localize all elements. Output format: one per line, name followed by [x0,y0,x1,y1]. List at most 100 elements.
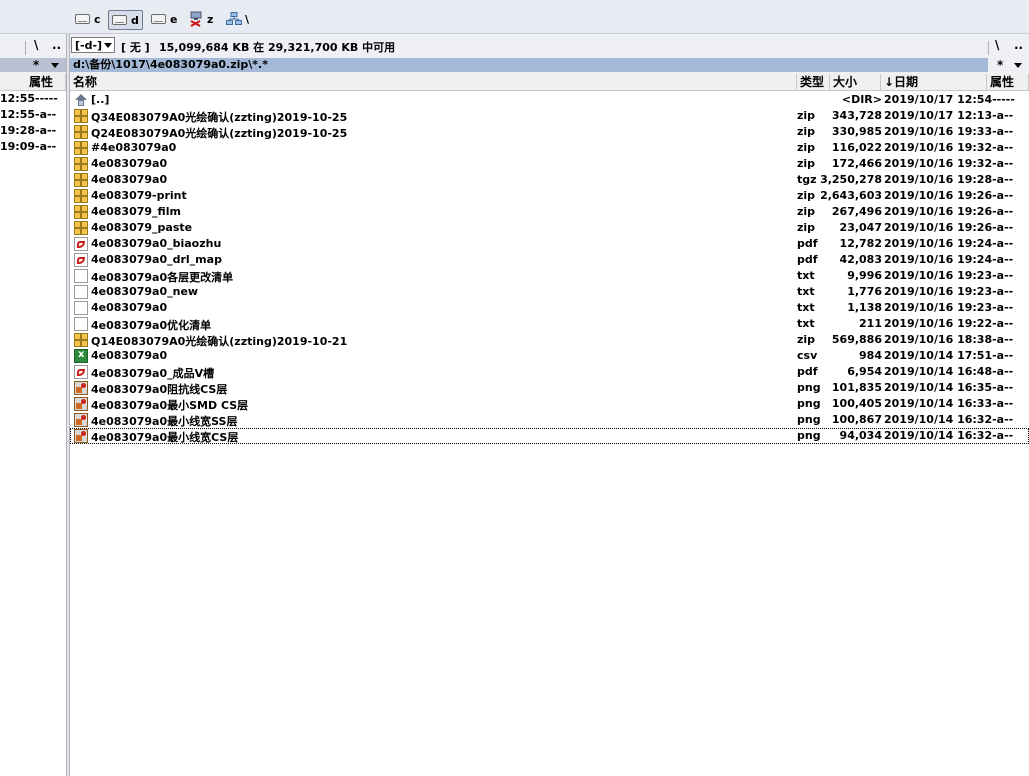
file-name: 4e083079a0阻抗线CS层 [91,383,228,396]
file-ext: tgz [797,173,817,186]
file-size: 267,496 [831,205,882,218]
file-row[interactable]: 4e083079a0 tgz 3,250,278 2019/10/16 19:28-a… [70,172,1029,188]
right-up-button[interactable]: .. [1014,38,1023,52]
file-row[interactable]: #4e083079a0 zip 116,022 2019/10/16 19:32-a-… [70,140,1029,156]
png-icon [74,413,88,427]
file-name: 4e083079a0 [91,349,168,362]
left-row[interactable]: 12:55-a-- [0,108,66,124]
file-name: 4e083079a0各层更改清单 [91,271,234,284]
file-size: 101,835 [831,381,882,394]
column-header-name[interactable]: 名称 [70,74,797,91]
file-date: 2019/10/14 16:33-a-- [884,397,1014,410]
file-date: 2019/10/16 19:26-a-- [884,221,1014,234]
zip-icon [74,141,88,155]
file-row[interactable]: 4e083079a0最小线宽SS层 png 100,867 2019/10/14 16… [70,412,1029,428]
file-row[interactable]: 4e083079a0 csv 9842019/10/14 17:51-a-- [70,348,1029,364]
left-header-attr[interactable]: 属性 [0,74,66,91]
drive-button-c[interactable]: c [75,10,101,28]
left-filter-dropdown-icon[interactable] [51,63,59,68]
file-row[interactable]: 4e083079_paste zip 23,047 2019/10/16 19:26-… [70,220,1029,236]
drive-button-e[interactable]: e [151,10,177,28]
file-ext: zip [797,109,816,122]
file-row[interactable]: 4e083079a0优化清单 txt 211 2019/10/16 19:22-a-- [70,316,1029,332]
file-row[interactable]: 4e083079a0_new txt 1,776 2019/10/16 19:23-a… [70,284,1029,300]
file-name: 4e083079_paste [91,221,193,234]
file-date: 2019/10/16 19:22-a-- [884,317,1014,330]
file-row[interactable]: Q24E083079A0光绘确认(zzting)2019-10-25 zip 330… [70,124,1029,140]
file-size: 100,405 [831,397,882,410]
file-date: 2019/10/16 19:32-a-- [884,157,1014,170]
txt-icon [74,317,88,331]
file-row[interactable]: 4e083079a0阻抗线CS层 png 101,835 2019/10/14 16:… [70,380,1029,396]
free-space-text: 15,099,684 KB 在 29,321,700 KB 中可用 [159,41,396,54]
pdf-icon [74,365,88,379]
file-ext: zip [797,141,816,154]
png-icon [74,429,88,443]
column-header-attr[interactable]: 属性 [987,74,1029,91]
zip-icon [74,125,88,139]
column-header-size[interactable]: 大小 [830,74,881,91]
right-filter-label[interactable]: * [997,58,1003,72]
left-filter-label[interactable]: * [33,58,39,72]
column-header-ext[interactable]: 类型 [797,74,830,91]
drive-button-z[interactable]: z [189,10,213,28]
file-name: 4e083079a0 [91,173,168,186]
file-date: 2019/10/16 18:38-a-- [884,333,1014,346]
separator [988,41,989,55]
file-ext: csv [797,349,818,362]
file-ext: pdf [797,237,818,250]
file-name: 4e083079a0优化清单 [91,319,212,332]
file-row[interactable]: 4e083079a0最小SMD CS层 png 100,405 2019/10/14 … [70,396,1029,412]
file-name: 4e083079a0_new [91,285,199,298]
file-size: 3,250,278 [820,173,882,186]
file-name: Q34E083079A0光绘确认(zzting)2019-10-25 [91,111,348,124]
file-ext: zip [797,157,816,170]
file-size: 330,985 [831,125,882,138]
file-ext: pdf [797,253,818,266]
file-row[interactable]: 4e083079a0 zip 172,466 2019/10/16 19:32-a-- [70,156,1029,172]
file-row[interactable]: 4e083079a0 txt 1,138 2019/10/16 19:23-a-- [70,300,1029,316]
file-date: 2019/10/16 19:33-a-- [884,125,1014,138]
drive-button-network[interactable]: \ [226,10,249,28]
file-date: 2019/10/14 16:48-a-- [884,365,1014,378]
file-date: 2019/10/16 19:28-a-- [884,173,1014,186]
left-row[interactable]: 19:09-a-- [0,140,66,156]
volume-label: [ 无 ] [121,41,150,54]
left-up-button[interactable]: .. [52,38,61,52]
right-root-button[interactable]: \ [995,38,999,52]
right-filter-dropdown-icon[interactable] [1014,63,1022,68]
file-row[interactable]: Q34E083079A0光绘确认(zzting)2019-10-25 zip 343… [70,108,1029,124]
file-row[interactable]: 4e083079a0最小线宽CS层 png 94,034 2019/10/14 16:… [70,428,1029,444]
drive-combo[interactable]: [-d-] [71,37,115,53]
png-icon [74,381,88,395]
file-ext: txt [797,285,815,298]
file-size: 94,034 [839,429,882,442]
file-date: 2019/10/16 19:23-a-- [884,269,1014,282]
left-row[interactable]: 19:28-a-- [0,124,66,140]
left-row[interactable]: 12:55----- [0,92,66,108]
file-date: 2019/10/14 16:32-a-- [884,429,1014,442]
file-row[interactable]: Q14E083079A0光绘确认(zzting)2019-10-21 zip 569… [70,332,1029,348]
current-path[interactable]: d:\备份\1017\4e083079a0.zip\*.* [70,58,988,72]
file-row[interactable]: 4e083079-print zip 2,643,603 2019/10/16 19:… [70,188,1029,204]
file-row[interactable]: 4e083079a0各层更改清单 txt 9,996 2019/10/16 19:23… [70,268,1029,284]
file-row[interactable]: 4e083079_film zip 267,496 2019/10/16 19:26-… [70,204,1029,220]
file-date: 2019/10/16 19:24-a-- [884,237,1014,250]
left-root-button[interactable]: \ [34,38,38,52]
file-row[interactable]: 4e083079a0_biaozhu pdf 12,782 2019/10/16 19… [70,236,1029,252]
file-name: Q24E083079A0光绘确认(zzting)2019-10-25 [91,127,348,140]
file-row[interactable]: 4e083079a0_成品V槽 pdf 6,954 2019/10/14 16:48-… [70,364,1029,380]
file-date: 2019/10/14 16:35-a-- [884,381,1014,394]
file-ext: pdf [797,365,818,378]
network-drive-disconnected-icon [190,11,202,27]
drive-icon [112,15,127,25]
file-size: 2,643,603 [820,189,882,202]
column-header-date[interactable]: ↓日期 [881,74,987,91]
pdf-icon [74,253,88,267]
zip-icon [74,333,88,347]
drive-button-d[interactable]: d [108,10,143,30]
file-row[interactable]: 4e083079a0_drl_map pdf 42,083 2019/10/16 19… [70,252,1029,268]
file-name: [..] [91,93,110,106]
file-ext: zip [797,205,816,218]
file-row[interactable]: [..] <DIR> 2019/10/17 12:54----- [70,92,1029,108]
